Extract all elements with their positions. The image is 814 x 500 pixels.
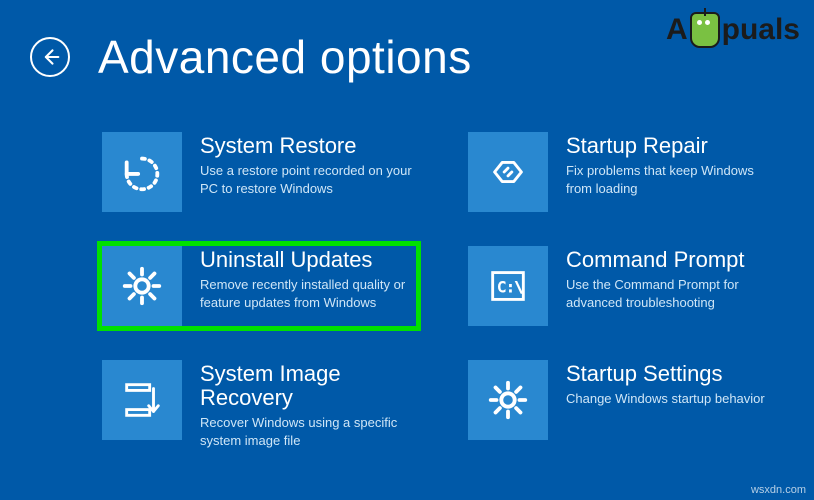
tile-title: System Restore [200,134,416,158]
tile-desc: Recover Windows using a specific system … [200,414,416,449]
tile-command-prompt[interactable]: C:\ Command Prompt Use the Command Promp… [466,244,784,328]
watermark-prefix: A [666,13,688,47]
watermark-face-icon [690,12,720,48]
tile-text: Uninstall Updates Remove recently instal… [200,246,416,311]
tile-text: Startup Settings Change Windows startup … [566,360,765,408]
gear-icon [468,360,548,440]
advanced-options-screen: A puals Advanced options System Restore … [0,0,814,500]
gear-icon [102,246,182,326]
tile-text: Command Prompt Use the Command Prompt fo… [566,246,782,311]
watermark-suffix: puals [722,13,800,47]
wrench-tag-icon [468,132,548,212]
tile-startup-repair[interactable]: Startup Repair Fix problems that keep Wi… [466,130,784,214]
tile-text: Startup Repair Fix problems that keep Wi… [566,132,782,197]
tile-desc: Remove recently installed quality or fea… [200,276,416,311]
tile-desc: Change Windows startup behavior [566,390,765,408]
tile-text: System Image Recovery Recover Windows us… [200,360,416,449]
tile-title: Uninstall Updates [200,248,416,272]
tile-title: System Image Recovery [200,362,416,410]
tile-title: Startup Settings [566,362,765,386]
restore-icon [102,132,182,212]
back-button[interactable] [30,37,70,77]
arrow-left-icon [40,47,60,67]
image-recovery-icon [102,360,182,440]
svg-text:C:\: C:\ [497,280,523,296]
tile-uninstall-updates[interactable]: Uninstall Updates Remove recently instal… [100,244,418,328]
tile-desc: Use a restore point recorded on your PC … [200,162,416,197]
tile-system-restore[interactable]: System Restore Use a restore point recor… [100,130,418,214]
tile-desc: Fix problems that keep Windows from load… [566,162,782,197]
attribution-text: wsxdn.com [751,484,806,496]
tile-startup-settings[interactable]: Startup Settings Change Windows startup … [466,358,784,451]
cmd-icon: C:\ [468,246,548,326]
options-grid: System Restore Use a restore point recor… [100,130,784,451]
tile-title: Startup Repair [566,134,782,158]
page-title: Advanced options [98,30,472,84]
header: Advanced options [30,30,472,84]
tile-system-image-recovery[interactable]: System Image Recovery Recover Windows us… [100,358,418,451]
tile-title: Command Prompt [566,248,782,272]
tile-desc: Use the Command Prompt for advanced trou… [566,276,782,311]
watermark: A puals [666,12,800,48]
tile-text: System Restore Use a restore point recor… [200,132,416,197]
